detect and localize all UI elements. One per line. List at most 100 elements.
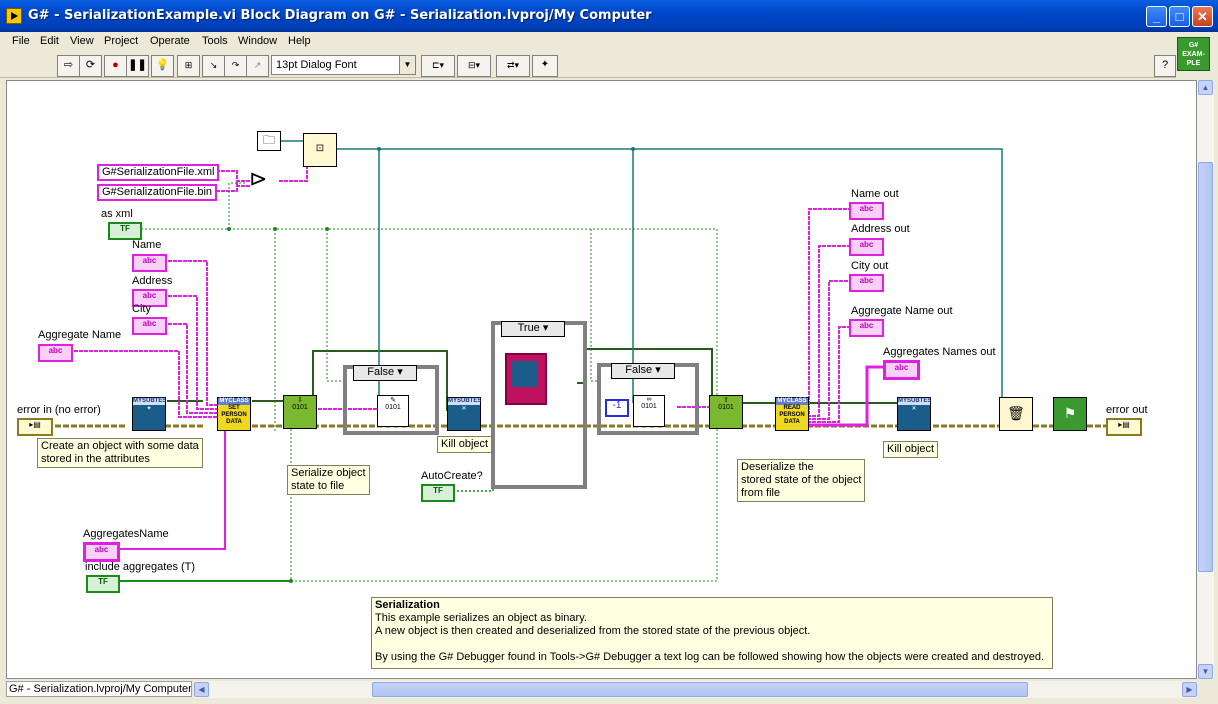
comment-line bbox=[375, 638, 1049, 651]
bin-filename-constant[interactable]: G#SerializationFile.bin bbox=[97, 184, 218, 201]
vertical-scroll-thumb[interactable] bbox=[1198, 162, 1213, 572]
aggregates-name-terminal[interactable]: abc bbox=[83, 542, 120, 562]
project-context: G# - Serialization.lvproj/My Computer bbox=[6, 681, 192, 697]
distribute-objects-icon[interactable]: ⊟▾ bbox=[457, 55, 491, 77]
step-over-icon[interactable]: ↷ bbox=[224, 55, 247, 77]
address-out-terminal[interactable]: abc bbox=[849, 238, 884, 256]
maximize-button[interactable]: □ bbox=[1169, 6, 1190, 27]
include-aggregates-label: include aggregates (T) bbox=[85, 561, 196, 573]
select-function-icon[interactable]: ⊳ bbox=[249, 167, 279, 193]
chevron-down-icon: ▼ bbox=[399, 56, 415, 74]
build-path-icon[interactable]: ⊡ bbox=[303, 133, 337, 167]
serialize-binary-label: 0101 bbox=[292, 404, 308, 411]
font-select[interactable]: 13pt Dialog Font ▼ bbox=[271, 55, 416, 75]
menu-operate[interactable]: Operate bbox=[150, 35, 190, 47]
toolbar: ⇨ ⟳ ● ❚❚ 💡 ⊞ ↘ ↷ ↗ 13pt Dialog Font ▼ ⊏▾… bbox=[0, 51, 1176, 78]
deserialize-vi[interactable]: ⇧ 0101 bbox=[709, 395, 743, 429]
run-continuously-icon[interactable]: ⟳ bbox=[79, 55, 102, 77]
xml-filename-constant[interactable]: G#SerializationFile.xml bbox=[97, 164, 220, 181]
error-handler-icon[interactable]: ⚑ bbox=[1053, 397, 1087, 431]
scroll-down-icon[interactable]: ▼ bbox=[1198, 664, 1213, 679]
menu-tools[interactable]: Tools bbox=[202, 35, 228, 47]
name-out-label: Name out bbox=[851, 188, 899, 200]
read-binary-label: 0101 bbox=[641, 403, 657, 410]
cleanup-diagram-icon[interactable]: ✦ bbox=[532, 55, 558, 77]
menu-bar: File Edit View Project Operate Tools Win… bbox=[0, 32, 1176, 51]
aggregates-names-out-terminal[interactable]: abc bbox=[883, 360, 920, 380]
aggregate-name-terminal[interactable]: abc bbox=[38, 344, 73, 362]
abort-icon[interactable]: ● bbox=[104, 55, 127, 77]
serialization-comment: Serialization This example serializes an… bbox=[371, 597, 1053, 669]
menu-help[interactable]: Help bbox=[288, 35, 311, 47]
create-object-subvi[interactable]: MYSUBTES ✦ bbox=[132, 397, 166, 431]
city-terminal[interactable]: abc bbox=[132, 317, 167, 335]
serialize-case-selector[interactable]: False ▾ bbox=[353, 365, 417, 381]
aggregate-name-out-terminal[interactable]: abc bbox=[849, 319, 884, 337]
deserialize-case-selector[interactable]: False ▾ bbox=[611, 363, 675, 379]
menu-window[interactable]: Window bbox=[238, 35, 277, 47]
as-xml-terminal[interactable]: TF bbox=[108, 222, 142, 240]
read-person-data-label: READ PERSON DATA bbox=[779, 405, 805, 425]
note-line: Create an object with some data bbox=[41, 440, 199, 452]
kill-object-subvi-1[interactable]: MYSUBTES ✕ bbox=[447, 397, 481, 431]
align-objects-icon[interactable]: ⊏▾ bbox=[421, 55, 455, 77]
autocreate-label: AutoCreate? bbox=[421, 470, 483, 482]
name-terminal[interactable]: abc bbox=[132, 254, 167, 272]
serialize-vi[interactable]: ⇩ 0101 bbox=[283, 395, 317, 429]
create-case-selector[interactable]: True ▾ bbox=[501, 321, 565, 337]
myclass-header: MYCLASS bbox=[776, 398, 808, 405]
highlight-execution-icon[interactable]: 💡 bbox=[151, 55, 174, 77]
read-person-data-vi[interactable]: MYCLASS READ PERSON DATA bbox=[775, 397, 809, 431]
horizontal-scroll-thumb[interactable] bbox=[372, 682, 1028, 697]
scroll-up-icon[interactable]: ▲ bbox=[1198, 80, 1213, 95]
reorder-icon[interactable]: ⇄▾ bbox=[496, 55, 530, 77]
run-arrow-icon[interactable]: ⇨ bbox=[57, 55, 80, 77]
comment-line: By using the G# Debugger found in Tools-… bbox=[375, 651, 1045, 663]
glasses-icon: ∞ bbox=[646, 396, 652, 403]
error-in-terminal[interactable]: ▸▤ bbox=[17, 418, 53, 436]
menu-project[interactable]: Project bbox=[104, 35, 138, 47]
kill-object-subvi-2[interactable]: MYSUBTES ✕ bbox=[897, 397, 931, 431]
scroll-right-icon[interactable]: ▶ bbox=[1182, 682, 1197, 697]
pencil-icon: ✎ bbox=[390, 397, 396, 404]
labview-app-icon[interactable] bbox=[6, 8, 22, 24]
note-line: stored state of the object bbox=[741, 474, 862, 486]
retain-wire-values-icon[interactable]: ⊞ bbox=[177, 55, 200, 77]
scroll-left-icon[interactable]: ◀ bbox=[194, 682, 209, 697]
case-value: True bbox=[517, 322, 540, 334]
menu-edit[interactable]: Edit bbox=[40, 35, 59, 47]
step-into-icon[interactable]: ↘ bbox=[202, 55, 225, 77]
vi-icon[interactable]: G# EXAM-PLE bbox=[1177, 37, 1210, 71]
minimize-button[interactable]: _ bbox=[1146, 6, 1167, 27]
load-arrow-icon: ⇧ bbox=[723, 397, 729, 404]
menu-file[interactable]: File bbox=[12, 35, 30, 47]
aggregate-name-out-label: Aggregate Name out bbox=[851, 305, 953, 317]
folder-icon[interactable]: 🗀 bbox=[257, 131, 281, 151]
name-out-terminal[interactable]: abc bbox=[849, 202, 884, 220]
address-out-label: Address out bbox=[851, 223, 910, 235]
minus-one-constant[interactable]: -1 bbox=[605, 399, 629, 417]
menu-view[interactable]: View bbox=[70, 35, 94, 47]
font-select-value: 13pt Dialog Font bbox=[276, 59, 357, 71]
create-case-structure[interactable] bbox=[491, 321, 587, 489]
close-button[interactable]: ✕ bbox=[1192, 6, 1213, 27]
autocreate-terminal[interactable]: TF bbox=[421, 484, 455, 502]
comment-line: A new object is then created and deseria… bbox=[375, 625, 811, 637]
block-diagram[interactable]: 🗀 ⊡ G#SerializationFile.xml G#Serializat… bbox=[6, 80, 1197, 679]
read-file-node[interactable]: ∞ 0101 bbox=[633, 395, 665, 427]
delete-file-icon[interactable]: 🗑 bbox=[999, 397, 1033, 431]
set-person-data-vi[interactable]: MYCLASS SET PERSON DATA bbox=[217, 397, 251, 431]
as-xml-label: as xml bbox=[101, 208, 133, 220]
pause-icon[interactable]: ❚❚ bbox=[126, 55, 149, 77]
write-file-node[interactable]: ✎ 0101 bbox=[377, 395, 409, 427]
step-out-icon[interactable]: ↗ bbox=[246, 55, 269, 77]
create-object-note: Create an object with some data stored i… bbox=[37, 438, 203, 468]
include-aggregates-terminal[interactable]: TF bbox=[86, 575, 120, 593]
city-out-terminal[interactable]: abc bbox=[849, 274, 884, 292]
context-help-button[interactable]: ? bbox=[1154, 55, 1176, 77]
note-line: stored in the attributes bbox=[41, 453, 150, 465]
myclass-header: MYCLASS bbox=[218, 398, 250, 405]
kill-object-note-2: Kill object bbox=[883, 441, 939, 458]
name-label: Name bbox=[132, 239, 162, 251]
error-out-terminal[interactable]: ▸▤ bbox=[1106, 418, 1142, 436]
